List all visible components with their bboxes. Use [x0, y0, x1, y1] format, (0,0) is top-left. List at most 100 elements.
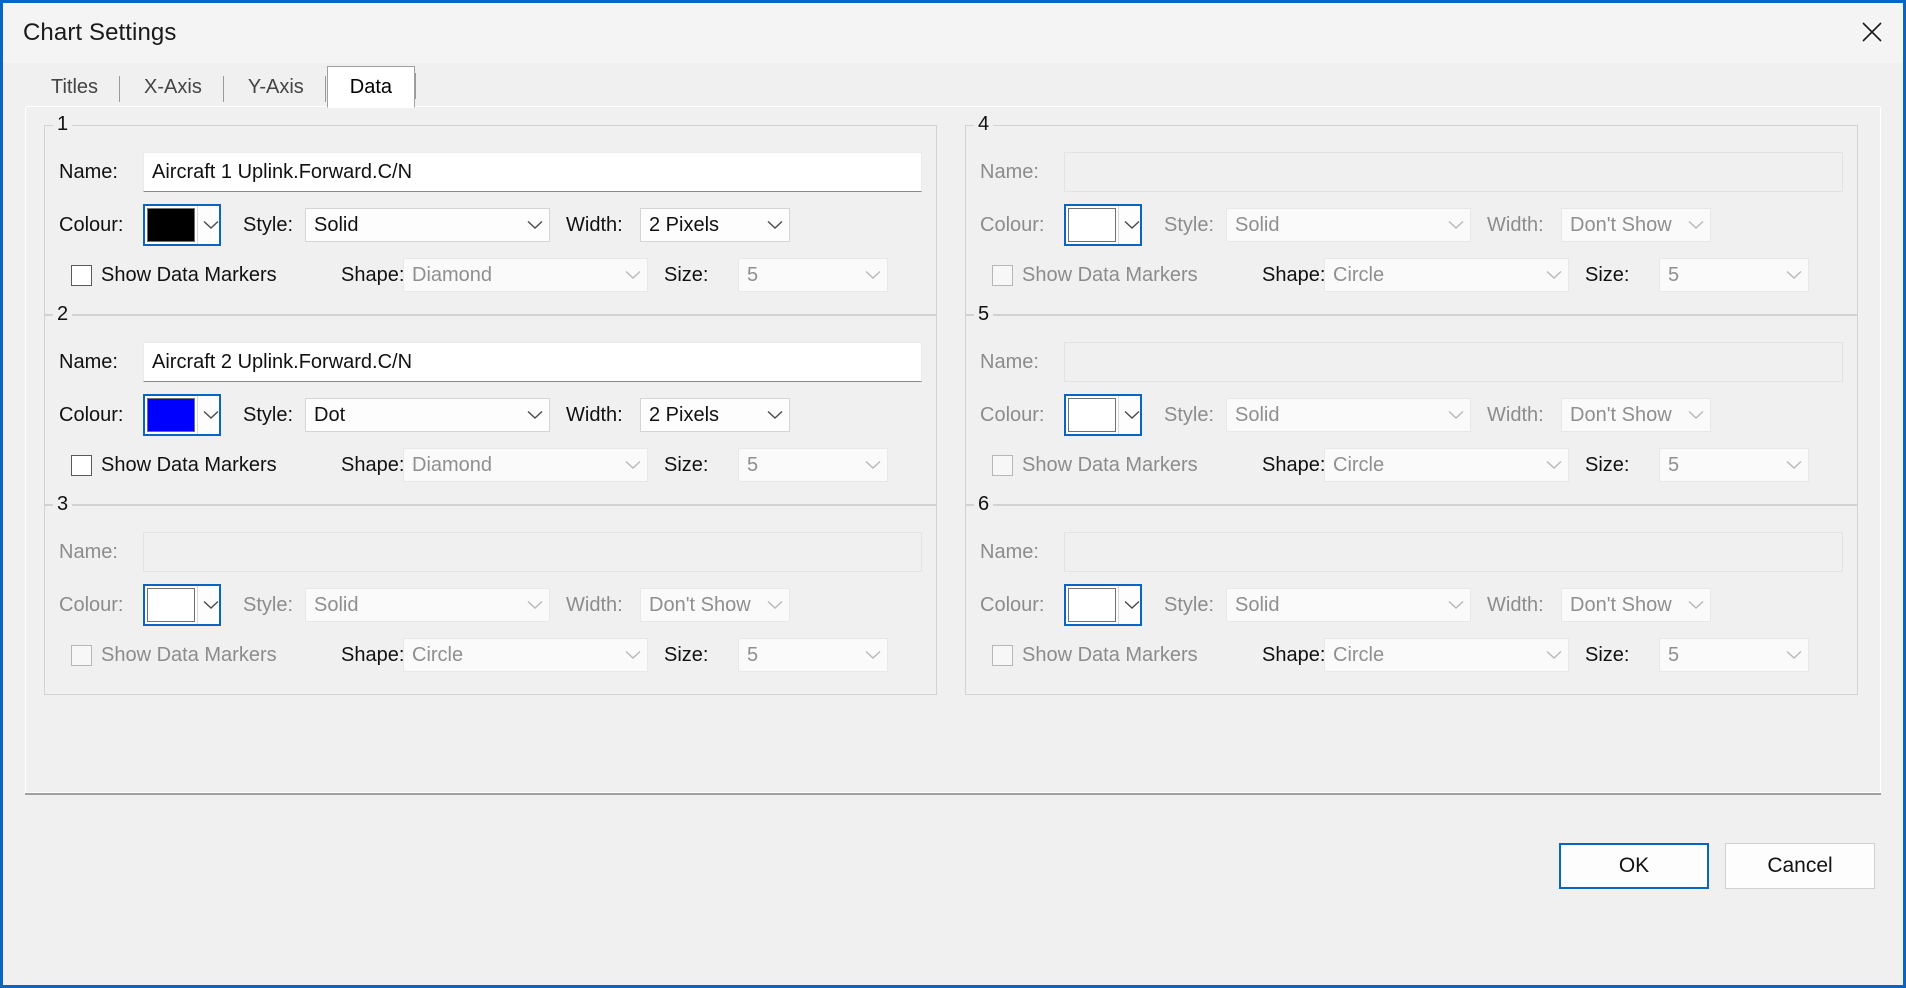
style-label: Style:: [1164, 213, 1215, 236]
colour-label: Colour:: [59, 593, 124, 616]
chevron-down-icon: [767, 410, 783, 419]
tab-label: Y-Axis: [247, 76, 304, 98]
ok-button[interactable]: OK: [1559, 842, 1709, 889]
colour-swatch-wrap: [1066, 396, 1118, 434]
chevron-down-icon: [767, 600, 783, 609]
colour-label: Colour:: [59, 403, 124, 426]
close-button[interactable]: [1841, 3, 1903, 61]
colour-picker[interactable]: [1064, 394, 1142, 436]
chevron-down-icon: [1786, 270, 1802, 279]
tab-data[interactable]: Data: [326, 66, 416, 108]
series-name-input[interactable]: Aircraft 1 Uplink.Forward.C/N: [143, 152, 922, 192]
shape-value: Circle: [1333, 643, 1385, 666]
colour-swatch-wrap: [145, 586, 197, 624]
chevron-down-icon: [767, 220, 783, 229]
width-value: 2 Pixels: [649, 213, 720, 236]
show-data-markers-checkbox: Show Data Markers: [980, 454, 1240, 477]
size-select: 5: [1659, 638, 1809, 672]
style-label: Style:: [1164, 593, 1215, 616]
tab-label: Data: [349, 75, 393, 98]
style-select[interactable]: Solid: [305, 208, 550, 242]
name-label: Name:: [980, 350, 1039, 373]
colour-swatch: [147, 588, 195, 622]
name-row: Name: Aircraft 2 Uplink.Forward.C/N: [59, 334, 922, 390]
name-row: Name:: [980, 144, 1843, 200]
name-label: Name:: [59, 160, 118, 183]
size-label: Size:: [1585, 263, 1630, 286]
width-select: Don't Show: [1561, 588, 1711, 622]
tab-label: Titles: [51, 76, 99, 98]
colour-swatch: [1068, 398, 1116, 432]
colour-picker[interactable]: [143, 204, 221, 246]
series-name-input: [1064, 532, 1843, 572]
shape-value: Diamond: [412, 263, 493, 286]
chevron-down-icon: [865, 270, 881, 279]
style-select: Solid: [1226, 588, 1471, 622]
style-value: Solid: [1235, 213, 1280, 236]
size-label: Size:: [1585, 453, 1630, 476]
series-group: 1 Name: Aircraft 1 Uplink.Forward.C/N Colou…: [44, 113, 937, 315]
colour-style-width-row: Colour: Style: Solid Width: Don't Show: [980, 580, 1843, 630]
colour-dropdown-arrow[interactable]: [197, 396, 219, 434]
style-value: Solid: [1235, 593, 1280, 616]
chevron-down-icon: [203, 220, 218, 229]
style-value: Solid: [314, 593, 359, 616]
size-value: 5: [747, 643, 759, 666]
size-label: Size:: [1585, 643, 1630, 666]
name-label: Name:: [980, 540, 1039, 563]
name-row: Name:: [980, 524, 1843, 580]
tab-page-data: 1 Name: Aircraft 1 Uplink.Forward.C/N Colou…: [25, 106, 1881, 793]
colour-label: Colour:: [980, 403, 1045, 426]
size-value: 5: [1668, 263, 1680, 286]
colour-dropdown-arrow[interactable]: [1118, 206, 1140, 244]
colour-dropdown-arrow[interactable]: [197, 206, 219, 244]
show-data-markers-checkbox[interactable]: Show Data Markers: [59, 454, 319, 477]
width-select[interactable]: 2 Pixels: [640, 208, 790, 242]
colour-dropdown-arrow[interactable]: [1118, 396, 1140, 434]
width-select[interactable]: 2 Pixels: [640, 398, 790, 432]
series-name-input: [1064, 152, 1843, 192]
size-label: Size:: [664, 453, 709, 476]
chevron-down-icon: [1688, 600, 1704, 609]
size-label: Size:: [664, 263, 709, 286]
series-name-input: [143, 532, 922, 572]
tab-x-axis[interactable]: X-Axis: [121, 67, 225, 107]
shape-label: Shape:: [341, 643, 405, 666]
width-value: Don't Show: [1570, 593, 1672, 616]
show-data-markers-checkbox: Show Data Markers: [59, 644, 319, 667]
tab-y-axis[interactable]: Y-Axis: [225, 67, 327, 107]
colour-dropdown-arrow[interactable]: [1118, 586, 1140, 624]
chevron-down-icon: [1448, 220, 1464, 229]
show-data-markers-label: Show Data Markers: [101, 643, 277, 666]
name-label: Name:: [59, 540, 118, 563]
markers-row: Show Data Markers Shape: Circle Size: 5: [980, 630, 1843, 680]
colour-swatch-wrap: [145, 396, 197, 434]
tab-titles[interactable]: Titles: [28, 67, 121, 107]
size-label: Size:: [664, 643, 709, 666]
series-number: 1: [53, 113, 73, 135]
checkbox-box: [992, 264, 1013, 286]
series-group: 4 Name: Colour: Style: Solid Width: Don't Show…: [965, 113, 1858, 315]
width-value: Don't Show: [1570, 213, 1672, 236]
chevron-down-icon: [625, 650, 641, 659]
series-number: 2: [53, 303, 73, 325]
style-label: Style:: [243, 403, 294, 426]
tab-label: X-Axis: [144, 76, 202, 98]
cancel-button[interactable]: Cancel: [1725, 842, 1875, 889]
colour-picker[interactable]: [143, 584, 221, 626]
series-name-input[interactable]: Aircraft 2 Uplink.Forward.C/N: [143, 342, 922, 382]
series-name-input: [1064, 342, 1843, 382]
colour-style-width-row: Colour: Style: Solid Width: Don't Show: [59, 580, 922, 630]
colour-picker[interactable]: [143, 394, 221, 436]
markers-row: Show Data Markers Shape: Circle Size: 5: [980, 250, 1843, 300]
chevron-down-icon: [1786, 650, 1802, 659]
colour-picker[interactable]: [1064, 204, 1142, 246]
width-label: Width:: [1487, 403, 1544, 426]
show-data-markers-checkbox[interactable]: Show Data Markers: [59, 264, 319, 287]
colour-picker[interactable]: [1064, 584, 1142, 626]
size-select: 5: [1659, 448, 1809, 482]
colour-dropdown-arrow[interactable]: [197, 586, 219, 624]
markers-row: Show Data Markers Shape: Circle Size: 5: [59, 630, 922, 680]
style-select[interactable]: Dot: [305, 398, 550, 432]
size-value: 5: [1668, 453, 1680, 476]
